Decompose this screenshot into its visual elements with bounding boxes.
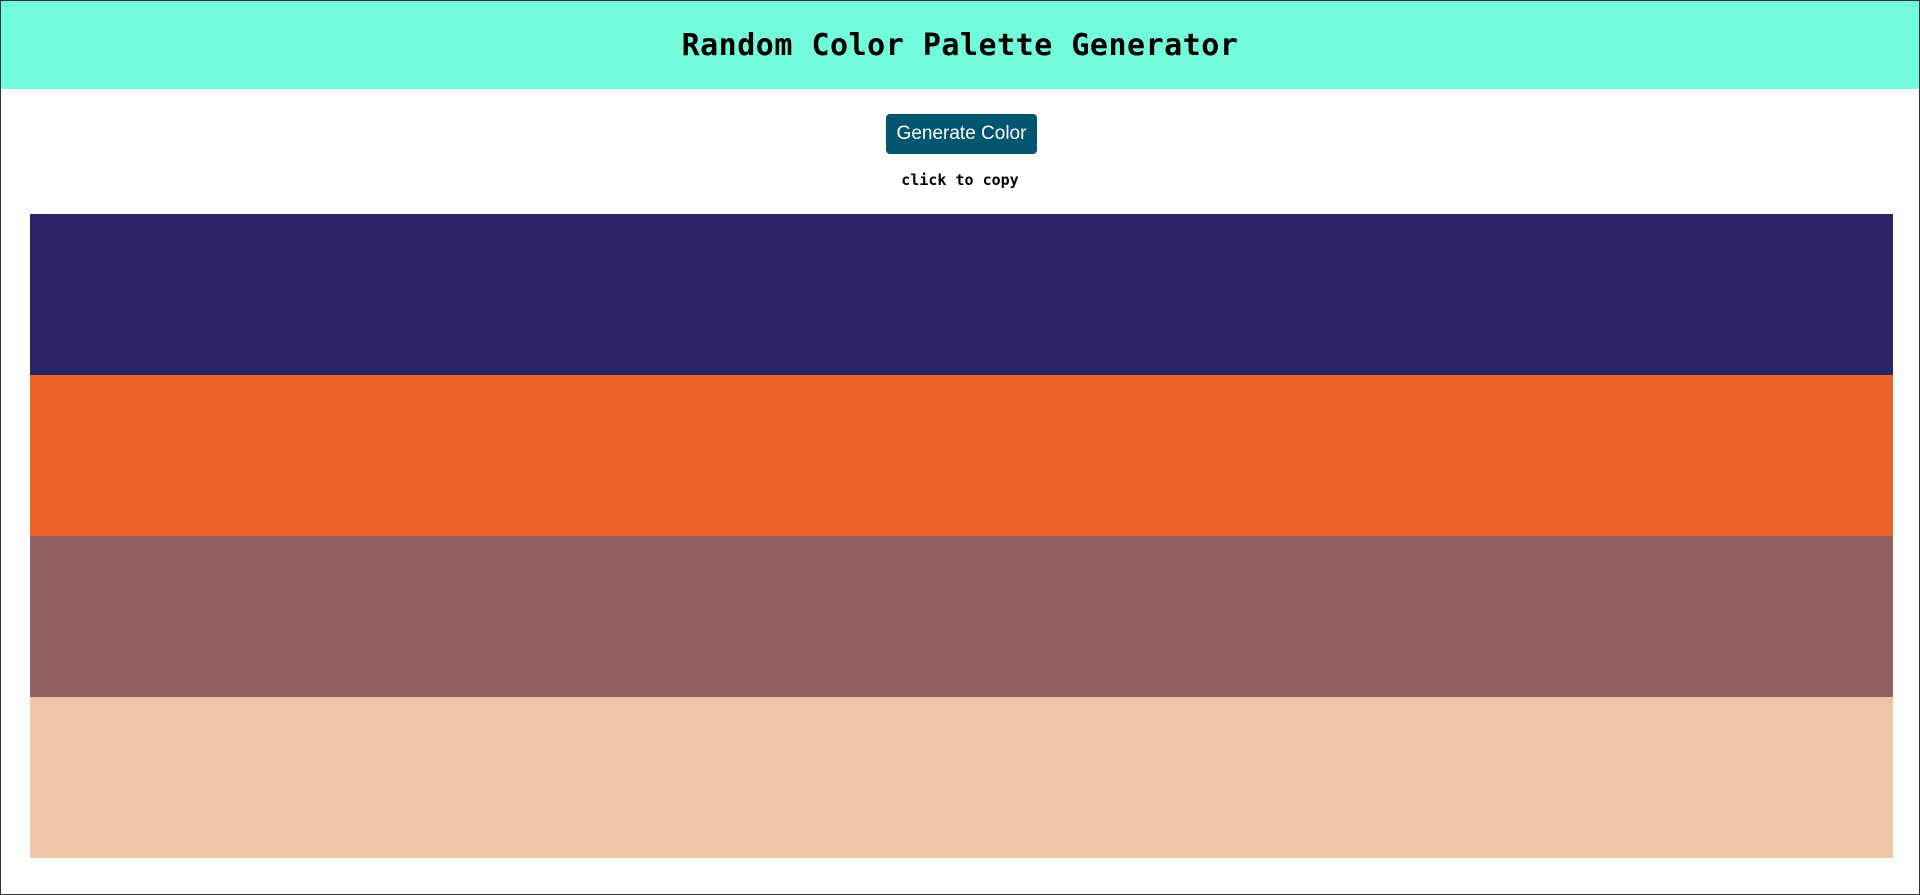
page-header: Random Color Palette Generator [1, 1, 1919, 89]
color-swatch-3[interactable] [30, 536, 1893, 697]
color-swatch-2[interactable] [30, 375, 1893, 536]
copy-hint: click to copy [901, 171, 1019, 189]
page-title: Random Color Palette Generator [681, 27, 1239, 63]
generate-color-button[interactable]: Generate Color [886, 114, 1037, 154]
color-palette [30, 214, 1893, 858]
color-swatch-4[interactable] [30, 697, 1893, 858]
color-swatch-1[interactable] [30, 214, 1893, 375]
